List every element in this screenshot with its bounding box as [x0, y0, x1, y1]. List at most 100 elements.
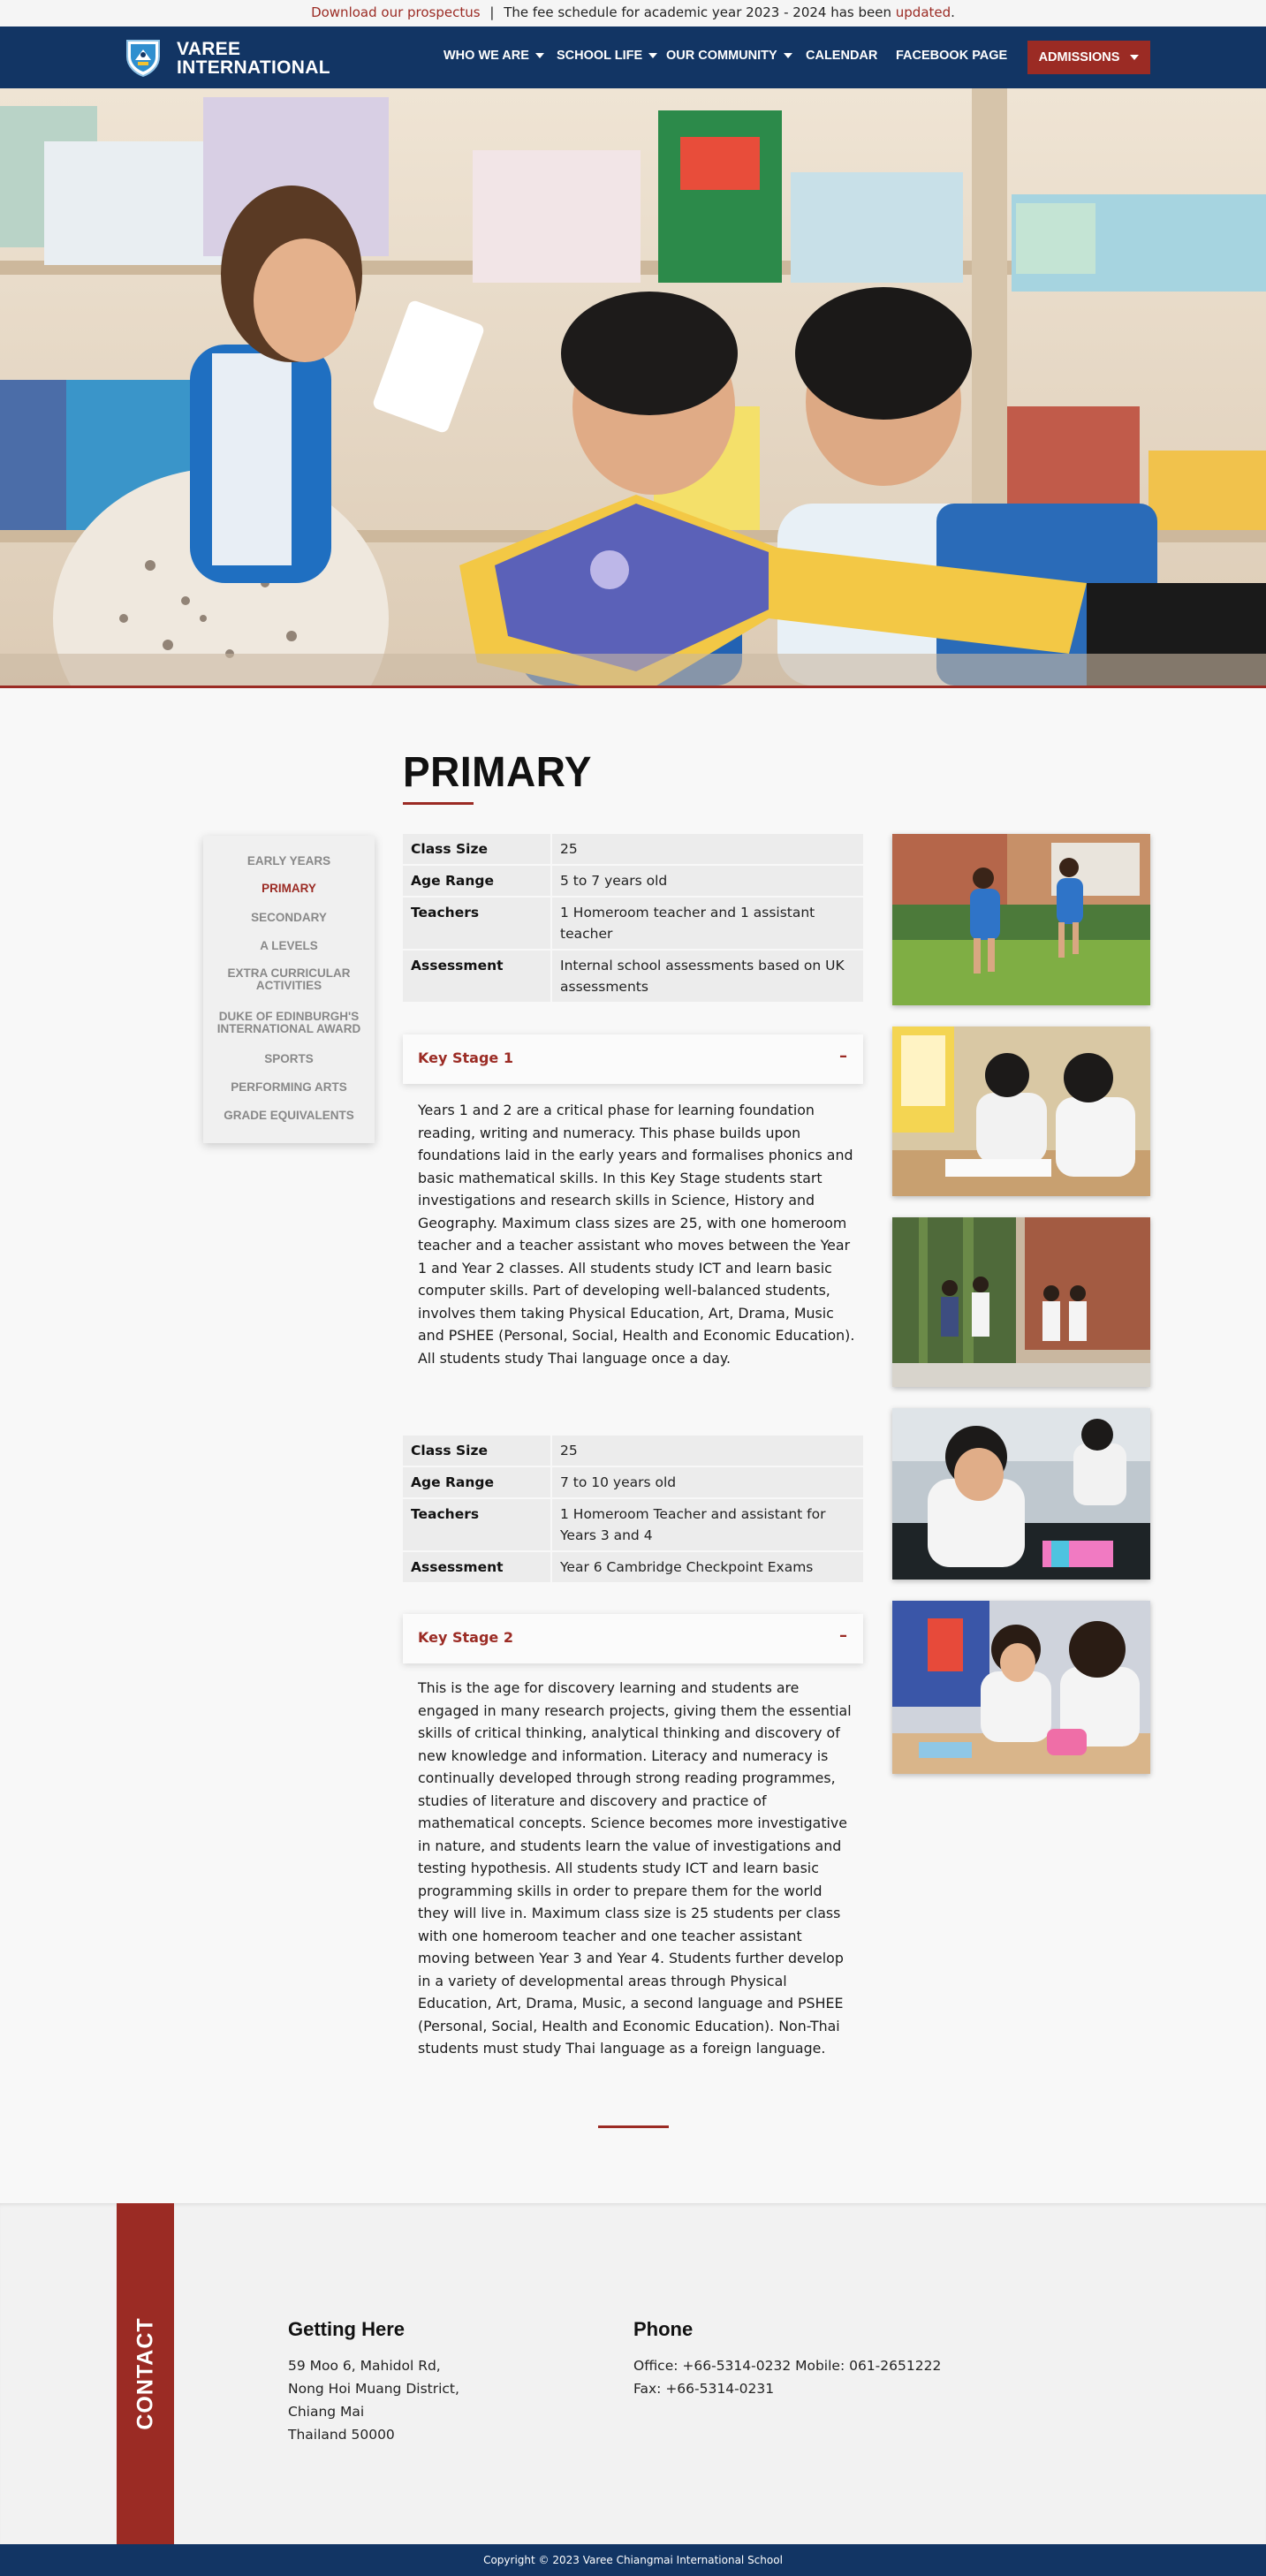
sidebar-item-label-line: EXTRA CURRICULAR [227, 966, 351, 980]
table-value: Internal school assessments based on UK … [552, 951, 863, 1002]
table-key: Assessment [403, 1552, 552, 1582]
ks2-description: This is the age for discovery learning a… [418, 1679, 852, 2057]
table-row: Age Range 5 to 7 years old [403, 866, 863, 896]
table-row: Teachers 1 Homeroom Teacher and assistan… [403, 1499, 863, 1550]
photo-student-drawing [892, 1408, 1150, 1580]
address-line: 59 Moo 6, Mahidol Rd, [288, 2358, 441, 2374]
table-key: Assessment [403, 951, 552, 1002]
title-underline [403, 802, 474, 805]
sidebar-item-early-years[interactable]: EARLY YEARS [203, 855, 375, 868]
art-class-photo [892, 1408, 1150, 1580]
sidebar-item-a-levels[interactable]: A LEVELS [203, 940, 375, 952]
table-key: Teachers [403, 898, 552, 949]
running-photo [892, 834, 1150, 1005]
nav-school-life[interactable]: SCHOOL LIFE [557, 49, 658, 63]
table-key: Teachers [403, 1499, 552, 1550]
hero-photo [0, 88, 1266, 686]
table-row: Class Size 25 [403, 834, 863, 864]
nav-who-we-are[interactable]: WHO WE ARE [443, 49, 544, 63]
table-row: Class Size 25 [403, 1436, 863, 1466]
table-value: 25 [552, 834, 863, 864]
nav-label: OUR COMMUNITY [666, 49, 777, 63]
sidebar-item-sports[interactable]: SPORTS [203, 1053, 375, 1065]
contact-section: CONTACT Getting Here 59 Moo 6, Mahidol R… [0, 2203, 1266, 2544]
prospectus-link[interactable]: Download our prospectus [311, 4, 481, 20]
table-value: 7 to 10 years old [552, 1467, 863, 1497]
outdoor-photo [892, 1217, 1150, 1387]
table-value: 1 Homeroom Teacher and assistant for Yea… [552, 1499, 863, 1550]
school-logo[interactable]: VAREE INTERNATIONAL [122, 37, 334, 78]
section-divider [598, 2125, 669, 2128]
chevron-down-icon [1130, 55, 1140, 61]
sidebar-item-performing-arts[interactable]: PERFORMING ARTS [203, 1081, 375, 1094]
address-block: 59 Moo 6, Mahidol Rd, Nong Hoi Muang Dis… [288, 2354, 459, 2446]
address-line: Thailand 50000 [288, 2427, 395, 2443]
site-header: VAREE INTERNATIONAL WHO WE ARE SCHOOL LI… [0, 27, 1266, 88]
fee-updated-link[interactable]: updated [896, 4, 951, 20]
sidebar-item-extra-curricular[interactable]: EXTRA CURRICULAR ACTIVITIES [203, 967, 375, 992]
nav-label: CALENDAR [806, 49, 878, 63]
sidebar-item-duke-of-edinburgh[interactable]: DUKE OF EDINBURGH'S INTERNATIONAL AWARD [203, 1011, 375, 1035]
phone-block: Office: +66-5314-0232 Mobile: 061-265122… [633, 2354, 941, 2400]
announcement-suffix: . [951, 4, 955, 20]
admissions-label: ADMISSIONS [1038, 50, 1120, 64]
table-row: Age Range 7 to 10 years old [403, 1467, 863, 1497]
admissions-button[interactable]: ADMISSIONS [1027, 41, 1150, 74]
nav-our-community[interactable]: OUR COMMUNITY [666, 49, 792, 63]
table-key: Class Size [403, 834, 552, 864]
table-value: 25 [552, 1436, 863, 1466]
nav-label: WHO WE ARE [443, 49, 529, 63]
nav-label: SCHOOL LIFE [557, 49, 643, 63]
sidebar-item-label-line: DUKE OF EDINBURGH'S [218, 1010, 360, 1023]
collapse-icon[interactable]: – [839, 1626, 847, 1645]
announcement-separator: | [489, 4, 495, 20]
phone-heading: Phone [633, 2318, 694, 2340]
photo-students-running [892, 834, 1150, 1005]
logo-line-1: VAREE [177, 39, 241, 59]
table-row: Assessment Year 6 Cambridge Checkpoint E… [403, 1552, 863, 1582]
nav-calendar[interactable]: CALENDAR [806, 49, 877, 63]
getting-here-heading: Getting Here [288, 2318, 406, 2340]
table-value: Year 6 Cambridge Checkpoint Exams [552, 1552, 863, 1582]
table-key: Age Range [403, 1467, 552, 1497]
study-photo [892, 1601, 1150, 1774]
phone-line: Office: +66-5314-0232 Mobile: 061-265122… [633, 2358, 942, 2374]
ks2-info-table: Class Size 25 Age Range 7 to 10 years ol… [403, 1434, 863, 1584]
fax-line: Fax: +66-5314-0231 [633, 2381, 775, 2397]
sidebar-item-label-line: INTERNATIONAL AWARD [216, 1022, 361, 1035]
contact-label: CONTACT [133, 2317, 157, 2430]
copyright-text: Copyright © 2023 Varee Chiangmai Interna… [483, 2554, 783, 2566]
chevron-down-icon [648, 53, 658, 59]
table-key: Class Size [403, 1436, 552, 1466]
ks1-info-table: Class Size 25 Age Range 5 to 7 years old… [403, 832, 863, 1004]
sidebar-item-grade-equivalents[interactable]: GRADE EQUIVALENTS [203, 1110, 375, 1122]
page-title: PRIMARY [403, 746, 592, 796]
accordion-title: Key Stage 1 [418, 1049, 513, 1066]
sidebar-item-primary[interactable]: PRIMARY [203, 883, 375, 895]
hero-divider [0, 686, 1266, 688]
logo-line-2: INTERNATIONAL [177, 57, 330, 78]
address-line: Nong Hoi Muang District, [288, 2381, 459, 2397]
section-sidebar: EARLY YEARS PRIMARY SECONDARY A LEVELS E… [203, 836, 375, 1143]
accordion-key-stage-1[interactable]: Key Stage 1 – [403, 1034, 863, 1084]
contact-label-strip: CONTACT [117, 2203, 174, 2544]
site-footer: Copyright © 2023 Varee Chiangmai Interna… [0, 2544, 1266, 2576]
collapse-icon[interactable]: – [839, 1047, 847, 1065]
announcement-bar: Download our prospectus | The fee schedu… [0, 0, 1266, 27]
chevron-down-icon [783, 53, 792, 59]
photo-students-writing [892, 1027, 1150, 1196]
photo-students-outdoors [892, 1217, 1150, 1387]
nav-label: FACEBOOK PAGE [896, 49, 1008, 63]
announcement-text: The fee schedule for academic year 2023 … [504, 4, 891, 20]
accordion-title: Key Stage 2 [418, 1629, 513, 1646]
nav-facebook-page[interactable]: FACEBOOK PAGE [896, 49, 1007, 63]
ks1-description: Years 1 and 2 are a critical phase for l… [418, 1102, 855, 1367]
accordion-key-stage-2[interactable]: Key Stage 2 – [403, 1614, 863, 1663]
classroom-photo [892, 1027, 1150, 1196]
address-line: Chiang Mai [288, 2404, 365, 2420]
crest-icon [126, 40, 160, 78]
chevron-down-icon [534, 53, 544, 59]
table-value: 1 Homeroom teacher and 1 assistant teach… [552, 898, 863, 949]
hero-image [0, 88, 1266, 686]
sidebar-item-secondary[interactable]: SECONDARY [203, 912, 375, 924]
